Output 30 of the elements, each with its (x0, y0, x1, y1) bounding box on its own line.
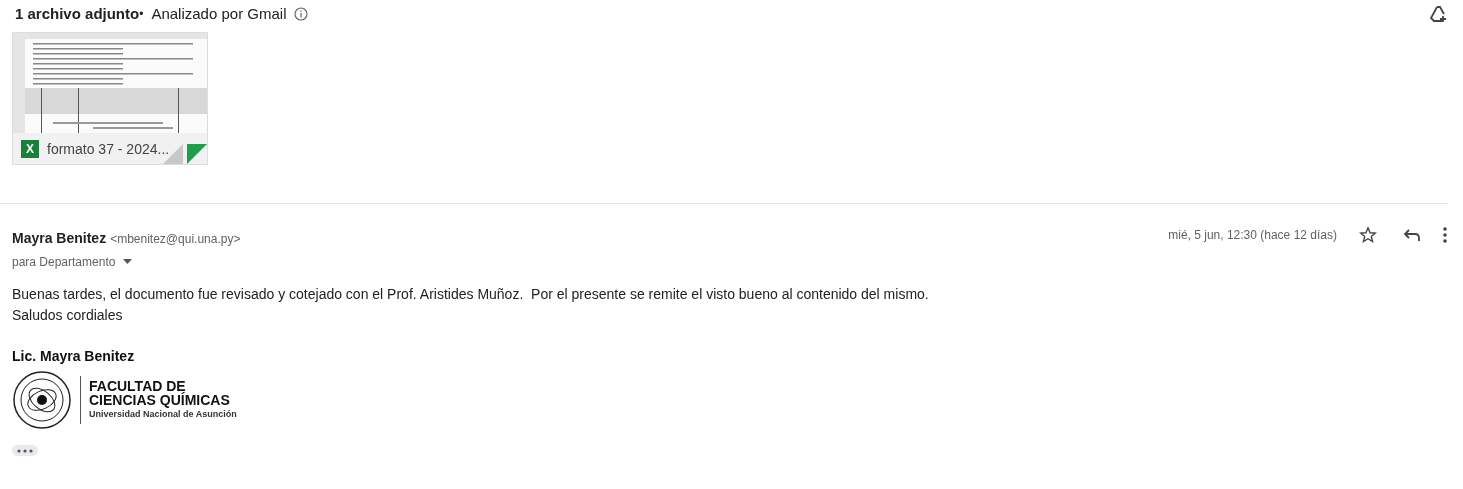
sender-name: Mayra Benitez (12, 229, 107, 248)
show-trimmed-button[interactable] (12, 445, 38, 456)
more-options-button[interactable] (1443, 227, 1447, 243)
logo-text: Universidad Nacional de Asunción (89, 408, 237, 421)
drive-add-icon (1429, 5, 1449, 23)
sender-email: <mbenitez@qui.una.py> (110, 231, 241, 248)
spreadsheet-icon: X (21, 140, 39, 158)
info-icon (294, 7, 309, 21)
attachment-card[interactable]: X formato 37 - 2024... (12, 32, 208, 165)
separator-dot: • (139, 6, 144, 21)
star-icon (1359, 226, 1377, 244)
body-paragraph: Buenas tardes, el documento fue revisado y cotejado con el Prof. Aristides Muñoz. Por el presente se remite el visto bueno al contenido del mismo. (12, 285, 930, 304)
message-date: mié, 5 jun, 12:30 (hace 12 días) (1168, 227, 1337, 244)
star-button[interactable] (1359, 226, 1377, 244)
signature-name: Lic. Mayra Benitez (12, 347, 136, 366)
body-paragraph: Saludos cordiales (12, 306, 124, 325)
add-to-drive-button[interactable] (1429, 5, 1449, 23)
reply-icon (1403, 227, 1421, 243)
ellipsis-icon (17, 448, 33, 453)
attachment-count: 1 archivo adjunto (15, 3, 140, 24)
file-name: formato 37 - 2024... (47, 139, 170, 159)
reply-button[interactable] (1403, 227, 1421, 243)
logo-text: CIENCIAS QUÍMICAS (89, 393, 231, 407)
recipients-label: para Departamento (12, 254, 116, 271)
scan-label: Analizado por Gmail (151, 3, 287, 24)
more-icon (1443, 227, 1447, 243)
recipient-details-button[interactable] (123, 259, 133, 265)
logo-text: FACULTAD DE (89, 379, 186, 393)
caret-icon (123, 259, 133, 265)
seal-icon (12, 371, 72, 429)
